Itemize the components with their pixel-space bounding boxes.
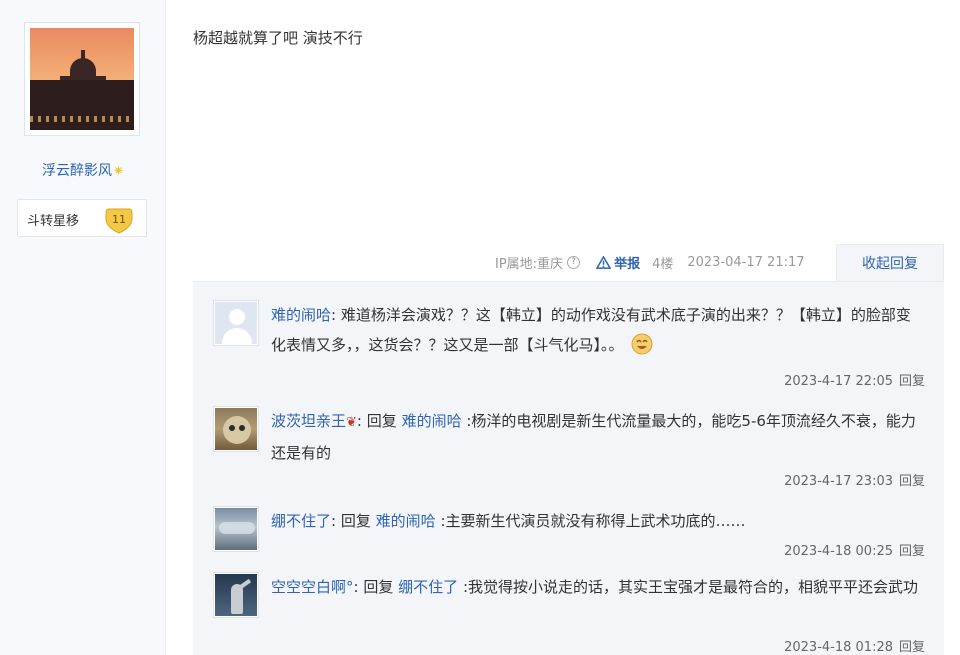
sunset-cathedral-image [30, 28, 134, 130]
reply-target[interactable]: 难的闹哈 [376, 512, 436, 530]
reply-time: 2023-4-17 23:03 [784, 474, 893, 489]
reply-footer: 2023-4-17 22:05 回复 [784, 370, 925, 389]
reply-body: 波茨坦亲王❦: 回复 难的闹哈 :杨洋的电视剧是新生代流量最大的，能吃5-6年顶… [271, 406, 925, 468]
reply-avatar[interactable] [213, 506, 259, 552]
author-name[interactable]: 浮云醉影风✷ [0, 160, 166, 180]
list-item: 绷不住了: 回复 难的闹哈 :主要新生代演员就没有称得上武术功底的…… 2023… [213, 506, 925, 566]
laugh-emoji-icon [631, 333, 653, 355]
statue-avatar-icon [215, 574, 257, 616]
author-avatar[interactable] [24, 22, 140, 136]
collapse-replies-button[interactable]: 收起回复 [836, 244, 944, 282]
reply-colon: : [331, 512, 337, 530]
reply-avatar[interactable] [213, 572, 259, 618]
reply-target[interactable]: 绷不住了 [398, 578, 458, 596]
post-meta: IP属地:重庆 ? 举报 4楼 2023-04-17 21:17 [495, 253, 805, 272]
reply-list: 难的闹哈: 难道杨洋会演戏？？这【韩立】的动作戏没有武术底子演的出来？？【韩立】… [193, 281, 944, 655]
reply-text: :我觉得按小说走的话，其实王宝强才是最符合的，相貌平平还会武功 [462, 578, 919, 596]
sparkle-star-icon: ✷ [113, 164, 124, 179]
cat-avatar-icon [215, 408, 257, 450]
reply-text: :主要新生代演员就没有称得上武术功底的…… [440, 512, 746, 530]
reply-word: 回复 [340, 512, 371, 530]
reply-button[interactable]: 回复 [899, 544, 925, 559]
reply-nick[interactable]: 空空空白啊° [271, 578, 354, 596]
warning-icon [596, 256, 612, 269]
reply-nick[interactable]: 难的闹哈 [271, 306, 331, 324]
reply-footer: 2023-4-18 01:28 回复 [784, 636, 925, 655]
list-item: 空空空白啊°: 回复 绷不住了 :我觉得按小说走的话，其实王宝强才是最符合的，相… [213, 572, 925, 655]
reply-body: 绷不住了: 回复 难的闹哈 :主要新生代演员就没有称得上武术功底的…… [271, 506, 925, 536]
level-badge-icon: 11 [105, 208, 133, 234]
report-label[interactable]: 举报 [614, 253, 640, 272]
author-sidebar: 浮云醉影风✷ 斗转星移 11 [0, 0, 166, 655]
help-icon[interactable]: ? [567, 256, 581, 269]
reply-button[interactable]: 回复 [899, 640, 925, 655]
reply-footer: 2023-4-18 00:25 回复 [784, 540, 925, 559]
reply-time: 2023-4-18 01:28 [784, 640, 893, 655]
level-title: 斗转星移 [27, 214, 80, 229]
reply-nick[interactable]: 波茨坦亲王 [271, 412, 346, 430]
reply-button[interactable]: 回复 [899, 374, 925, 389]
rose-icon: ❦ [346, 415, 357, 430]
reply-avatar[interactable] [213, 406, 259, 452]
reply-word: 回复 [366, 412, 397, 430]
reply-word: 回复 [363, 578, 394, 596]
reply-text: 难道杨洋会演戏？？这【韩立】的动作戏没有武术底子演的出来？？【韩立】的脸部变化表… [271, 306, 911, 354]
post-content: 杨超越就算了吧 演技不行 [193, 29, 363, 47]
report-button[interactable]: 举报 [596, 253, 640, 272]
reply-colon: : [356, 412, 362, 430]
reply-button[interactable]: 回复 [899, 474, 925, 489]
post-datetime: 2023-04-17 21:17 [687, 255, 805, 270]
reply-avatar[interactable] [213, 300, 259, 346]
ip-location: IP属地:重庆 [495, 257, 564, 272]
reply-nick[interactable]: 绷不住了 [271, 512, 331, 530]
sky-avatar-icon [215, 508, 257, 550]
reply-time: 2023-4-18 00:25 [784, 544, 893, 559]
list-item: 波茨坦亲王❦: 回复 难的闹哈 :杨洋的电视剧是新生代流量最大的，能吃5-6年顶… [213, 406, 925, 496]
floor-number: 4楼 [652, 257, 674, 272]
list-item: 难的闹哈: 难道杨洋会演戏？？这【韩立】的动作戏没有武术底子演的出来？？【韩立】… [213, 300, 925, 400]
author-name-text[interactable]: 浮云醉影风 [42, 163, 112, 179]
default-user-avatar-icon [215, 302, 257, 344]
reply-body: 空空空白啊°: 回复 绷不住了 :我觉得按小说走的话，其实王宝强才是最符合的，相… [271, 572, 925, 602]
level-number: 11 [112, 213, 126, 226]
reply-time: 2023-4-17 22:05 [784, 374, 893, 389]
reply-target[interactable]: 难的闹哈 [402, 412, 462, 430]
reply-colon: : [353, 578, 359, 596]
reply-body: 难的闹哈: 难道杨洋会演戏？？这【韩立】的动作戏没有武术底子演的出来？？【韩立】… [271, 300, 925, 360]
author-level-box[interactable]: 斗转星移 11 [17, 199, 147, 237]
reply-footer: 2023-4-17 23:03 回复 [784, 470, 925, 489]
